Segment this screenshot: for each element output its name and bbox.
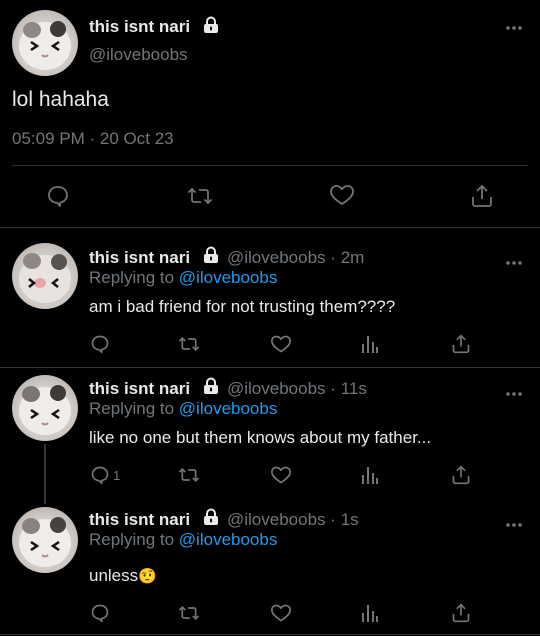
handle[interactable]: @iloveboobs [89, 45, 188, 65]
lock-icon [204, 246, 218, 263]
separator: · [330, 379, 336, 398]
reply-text: like no one but them knows about my fath… [89, 428, 432, 447]
replying-to: Replying to @iloveboobs [89, 530, 278, 549]
tweet-date: 20 Oct 23 [99, 129, 174, 148]
avatar[interactable] [12, 10, 78, 76]
lock-icon [204, 377, 218, 394]
reply-count: 1 [113, 467, 121, 483]
avatar[interactable] [12, 375, 78, 441]
reply-icon[interactable] [90, 603, 110, 623]
lock-icon [204, 16, 218, 33]
more-icon[interactable] [505, 515, 523, 533]
like-icon[interactable] [270, 465, 292, 485]
share-icon[interactable] [451, 333, 471, 355]
replying-to: Replying to @iloveboobs [89, 399, 278, 418]
reply-header: this isnt nari [89, 248, 190, 268]
replying-to: Replying to @iloveboobs [89, 268, 278, 287]
retweet-icon[interactable] [178, 603, 200, 623]
reply-header: this isnt nari [89, 510, 190, 530]
divider [0, 634, 540, 635]
post-age[interactable]: 1s [341, 510, 359, 529]
separator: · [89, 129, 96, 148]
avatar[interactable] [12, 507, 78, 573]
reply-icon[interactable] [46, 184, 70, 208]
share-icon[interactable] [451, 602, 471, 624]
divider [12, 165, 528, 166]
separator: · [330, 248, 336, 267]
tweet-text: lol hahaha [12, 88, 109, 111]
display-name[interactable]: this isnt nari [89, 248, 190, 267]
display-name[interactable]: this isnt nari [89, 17, 190, 37]
post-age[interactable]: 2m [341, 248, 365, 267]
retweet-icon[interactable] [187, 184, 213, 208]
lock-icon [204, 508, 218, 525]
analytics-icon[interactable] [361, 334, 379, 354]
tweet-time: 05:09 PM [12, 129, 85, 148]
raised-eyebrow-emoji: 🤨 [138, 568, 157, 585]
replying-to-link[interactable]: @iloveboobs [179, 399, 278, 418]
divider [0, 367, 540, 368]
thread-line [44, 444, 46, 504]
retweet-icon[interactable] [178, 334, 200, 354]
share-icon[interactable] [451, 464, 471, 486]
handle[interactable]: @iloveboobs [227, 248, 326, 267]
reply-action[interactable]: 1 [90, 465, 120, 485]
handle[interactable]: @iloveboobs [227, 379, 326, 398]
analytics-icon[interactable] [361, 603, 379, 623]
handle-and-age: @iloveboobs · 11s [227, 379, 367, 399]
like-icon[interactable] [270, 603, 292, 623]
more-icon[interactable] [505, 384, 523, 402]
reply-icon[interactable] [90, 465, 110, 485]
handle-and-age: @iloveboobs · 2m [227, 248, 364, 268]
reply-text: unless🤨 [89, 566, 157, 585]
display-name[interactable]: this isnt nari [89, 379, 190, 398]
reply-text: am i bad friend for not trusting them???… [89, 297, 396, 316]
retweet-icon[interactable] [178, 465, 200, 485]
handle[interactable]: @iloveboobs [227, 510, 326, 529]
replying-to-link[interactable]: @iloveboobs [179, 268, 278, 287]
display-name[interactable]: this isnt nari [89, 510, 190, 529]
analytics-icon[interactable] [361, 465, 379, 485]
more-icon[interactable] [505, 18, 523, 36]
reply-header: this isnt nari [89, 379, 190, 399]
separator: · [330, 510, 336, 529]
share-icon[interactable] [470, 183, 494, 209]
like-icon[interactable] [270, 334, 292, 354]
more-icon[interactable] [505, 253, 523, 271]
reply-icon[interactable] [90, 334, 110, 354]
like-icon[interactable] [329, 183, 355, 207]
post-age[interactable]: 11s [341, 379, 367, 398]
avatar[interactable] [12, 243, 78, 309]
tweet-timestamp[interactable]: 05:09 PM · 20 Oct 23 [12, 129, 174, 149]
replying-to-link[interactable]: @iloveboobs [179, 530, 278, 549]
handle-and-age: @iloveboobs · 1s [227, 510, 359, 530]
divider [0, 227, 540, 228]
